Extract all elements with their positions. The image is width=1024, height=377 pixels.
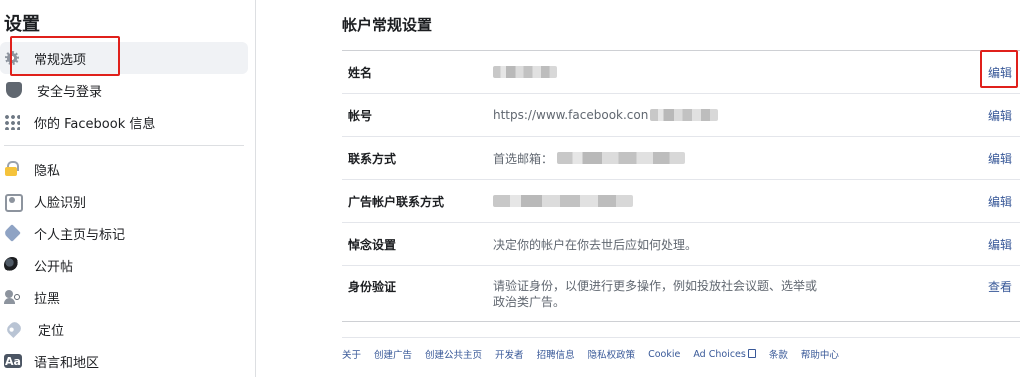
- sidebar-item-general[interactable]: 常规选项: [0, 42, 248, 74]
- setting-label: 广告帐户联系方式: [348, 194, 445, 209]
- sidebar-item-label: 隐私: [34, 163, 61, 179]
- page-title: 帐户常规设置: [342, 16, 433, 34]
- edit-contact-button[interactable]: 编辑: [988, 150, 1012, 167]
- edit-account-button[interactable]: 编辑: [988, 107, 1012, 124]
- face-recognition-icon: [4, 193, 23, 212]
- sidebar-item-location[interactable]: 定位: [0, 313, 248, 345]
- location-pin-icon: [4, 319, 24, 339]
- identity-desc-line2: 政治类广告。: [493, 295, 566, 309]
- setting-row-contact: 联系方式 首选邮箱： 编辑: [342, 137, 1020, 180]
- setting-label: 身份验证: [348, 280, 397, 294]
- redacted-email: [557, 152, 686, 164]
- sidebar-item-label: 公开帖: [34, 259, 74, 275]
- footer-link-ad-choices[interactable]: Ad Choices: [693, 348, 756, 360]
- ad-choices-icon: [747, 348, 756, 358]
- sidebar-item-security-login[interactable]: 安全与登录: [0, 74, 248, 106]
- sidebar-item-label: 语言和地区: [34, 355, 100, 371]
- redacted-ad-contact: [493, 195, 633, 207]
- tag-icon: [3, 224, 21, 242]
- setting-value: [493, 66, 557, 78]
- edit-memorialization-button[interactable]: 编辑: [988, 236, 1012, 253]
- grid-icon: [4, 114, 20, 130]
- sidebar-item-label: 个人主页与标记: [34, 227, 126, 243]
- setting-value: 请验证身份，以便进行更多操作，例如投放社会议题、选举或 政治类广告。: [493, 278, 823, 310]
- identity-desc-line1: 请验证身份，以便进行更多操作，例如投放社会议题、选举或: [493, 279, 818, 293]
- footer-link-about[interactable]: 关于: [342, 347, 361, 361]
- setting-value: 首选邮箱：: [493, 150, 686, 167]
- setting-label: 悼念设置: [348, 237, 397, 252]
- sidebar-item-label: 安全与登录: [37, 84, 103, 100]
- settings-list: 姓名 编辑 帐号 https://www.facebook.con 编辑 联系方…: [342, 50, 1020, 322]
- ad-choices-label: Ad Choices: [693, 348, 746, 360]
- footer-link-create-ad[interactable]: 创建广告: [374, 347, 412, 361]
- setting-label: 帐号: [348, 108, 373, 123]
- footer-link-help[interactable]: 帮助中心: [801, 347, 839, 361]
- redacted-username: [650, 109, 719, 121]
- footer-link-terms[interactable]: 条款: [769, 347, 788, 361]
- sidebar-item-facebook-info[interactable]: 你的 Facebook 信息: [0, 106, 248, 138]
- lock-icon: [4, 161, 20, 177]
- view-identity-button[interactable]: 查看: [988, 278, 1012, 295]
- sidebar-item-face-recognition[interactable]: 人脸识别: [0, 185, 248, 217]
- sidebar-item-privacy[interactable]: 隐私: [0, 153, 248, 185]
- settings-sidebar: 设置 常规选项 安全与登录 你的 Facebook 信息 隐私 人脸识别 个人主…: [0, 0, 256, 377]
- setting-row-memorialization: 悼念设置 决定你的帐户在你去世后应如何处理。 编辑: [342, 223, 1020, 266]
- sidebar-item-language-region[interactable]: Aa 语言和地区: [0, 345, 248, 377]
- footer-link-cookie[interactable]: Cookie: [648, 349, 680, 360]
- globe-icon: [4, 257, 20, 273]
- settings-nav: 常规选项 安全与登录 你的 Facebook 信息 隐私 人脸识别 个人主页与标…: [0, 42, 256, 377]
- setting-row-ad-contact: 广告帐户联系方式 编辑: [342, 180, 1020, 223]
- nav-divider: [4, 145, 244, 146]
- sidebar-item-profile-tagging[interactable]: 个人主页与标记: [0, 217, 248, 249]
- sidebar-title: 设置: [4, 14, 40, 35]
- footer-link-careers[interactable]: 招聘信息: [537, 347, 575, 361]
- footer-link-developers[interactable]: 开发者: [495, 347, 524, 361]
- footer-links: 关于 创建广告 创建公共主页 开发者 招聘信息 隐私权政策 Cookie Ad …: [342, 337, 1020, 361]
- setting-value: [493, 195, 633, 207]
- sidebar-item-label: 定位: [38, 323, 65, 339]
- language-icon: Aa: [4, 354, 22, 368]
- redacted-name: [493, 66, 557, 78]
- sidebar-item-public-posts[interactable]: 公开帖: [0, 249, 248, 281]
- edit-ad-contact-button[interactable]: 编辑: [988, 193, 1012, 210]
- setting-row-identity: 身份验证 请验证身份，以便进行更多操作，例如投放社会议题、选举或 政治类广告。 …: [342, 266, 1020, 322]
- sidebar-item-label: 常规选项: [34, 52, 87, 68]
- setting-label: 联系方式: [348, 151, 397, 166]
- setting-row-account: 帐号 https://www.facebook.con 编辑: [342, 94, 1020, 137]
- account-url: https://www.facebook.con: [493, 108, 649, 122]
- footer-link-privacy[interactable]: 隐私权政策: [588, 347, 636, 361]
- sidebar-item-label: 你的 Facebook 信息: [34, 116, 156, 132]
- gear-icon: [4, 50, 20, 66]
- sidebar-item-label: 人脸识别: [34, 195, 87, 211]
- setting-label: 姓名: [348, 65, 373, 80]
- setting-row-name: 姓名 编辑: [342, 51, 1020, 94]
- footer-link-create-page[interactable]: 创建公共主页: [425, 347, 482, 361]
- block-user-icon: [4, 289, 20, 305]
- setting-value: 决定你的帐户在你去世后应如何处理。: [493, 237, 698, 252]
- primary-email-label: 首选邮箱：: [493, 151, 554, 166]
- shield-icon: [6, 82, 22, 98]
- setting-value: https://www.facebook.con: [493, 108, 719, 122]
- sidebar-item-blocking[interactable]: 拉黑: [0, 281, 248, 313]
- edit-name-button[interactable]: 编辑: [988, 64, 1012, 81]
- sidebar-item-label: 拉黑: [34, 291, 61, 307]
